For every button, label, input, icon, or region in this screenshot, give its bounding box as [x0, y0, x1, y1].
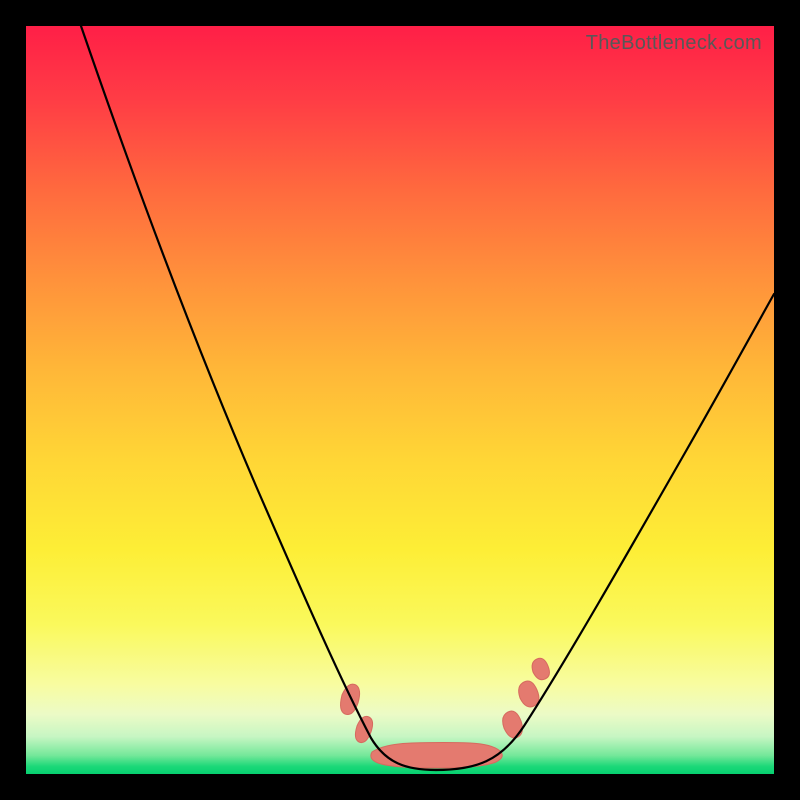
- curve-blob-group: [341, 658, 550, 768]
- curve-blob: [371, 743, 502, 769]
- curve-blob: [532, 658, 549, 679]
- curve-left-branch: [81, 26, 436, 770]
- curve-right-branch: [436, 294, 774, 770]
- curve-blob: [519, 681, 539, 707]
- curve-blob: [355, 716, 372, 742]
- chart-area: TheBottleneck.com: [26, 26, 774, 774]
- bottleneck-curve: [26, 26, 774, 774]
